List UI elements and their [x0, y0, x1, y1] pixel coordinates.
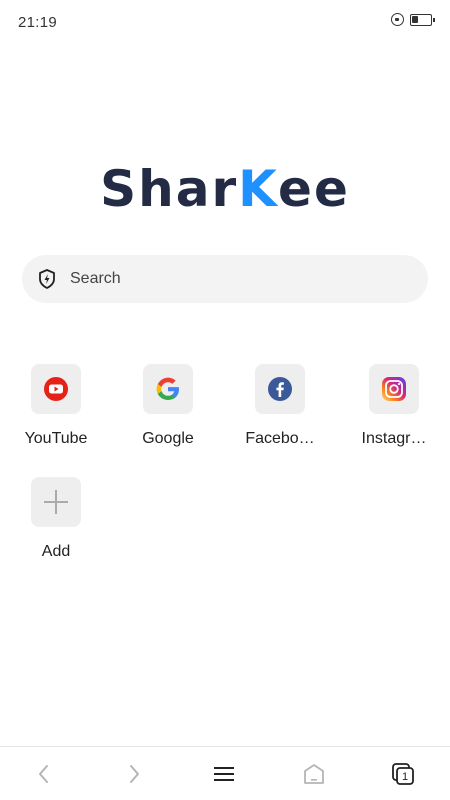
youtube-icon [44, 377, 68, 401]
chevron-right-icon [130, 765, 139, 783]
shortcut-youtube[interactable]: YouTube [6, 364, 106, 448]
shortcut-instagram[interactable]: Instagr… [344, 364, 444, 448]
shortcut-tile [31, 477, 81, 527]
menu-button[interactable] [204, 759, 244, 789]
shortcut-label: Instagr… [361, 430, 427, 447]
battery-icon [410, 13, 435, 26]
tabs-button[interactable]: 1 [384, 759, 424, 789]
shortcut-add[interactable]: Add [6, 477, 106, 561]
chevron-left-icon [39, 765, 48, 783]
rotation-lock-icon [391, 13, 404, 26]
shortcut-facebook[interactable]: Facebo… [230, 364, 330, 448]
shortcut-tile [31, 364, 81, 414]
search-placeholder: Search [70, 270, 121, 287]
shortcut-label: Google [142, 430, 194, 447]
status-time: 21:19 [18, 14, 58, 31]
tabs-icon: 1 [392, 763, 414, 785]
shortcut-tile [255, 364, 305, 414]
back-button[interactable] [24, 759, 64, 789]
browser-home-screen: 21:19 SharKee Search YouTube Google Face… [0, 0, 450, 800]
status-bar: 21:19 [0, 0, 450, 44]
logo-text-accent: K [238, 160, 279, 218]
bottom-navigation: 1 [0, 746, 450, 800]
facebook-icon [268, 377, 292, 401]
shortcut-tile [143, 364, 193, 414]
shield-icon [39, 269, 55, 289]
menu-icon [214, 767, 234, 781]
shortcut-label: YouTube [24, 430, 88, 447]
home-icon [304, 764, 324, 784]
tab-count: 1 [402, 771, 408, 783]
status-icons [391, 13, 435, 26]
home-button[interactable] [294, 759, 334, 789]
search-bar[interactable]: Search [22, 255, 428, 303]
shortcut-label: Facebo… [245, 430, 315, 447]
sharkee-logo: SharKee [0, 160, 450, 218]
battery-level [412, 15, 418, 23]
instagram-icon [382, 377, 406, 401]
forward-button[interactable] [114, 759, 154, 789]
shortcut-label: Add [41, 543, 71, 560]
logo-text-part1: Shar [100, 160, 239, 218]
add-icon [44, 490, 68, 514]
google-icon [156, 377, 179, 400]
shortcut-google[interactable]: Google [118, 364, 218, 448]
logo-text-part3: ee [278, 160, 350, 218]
shortcut-tile [369, 364, 419, 414]
